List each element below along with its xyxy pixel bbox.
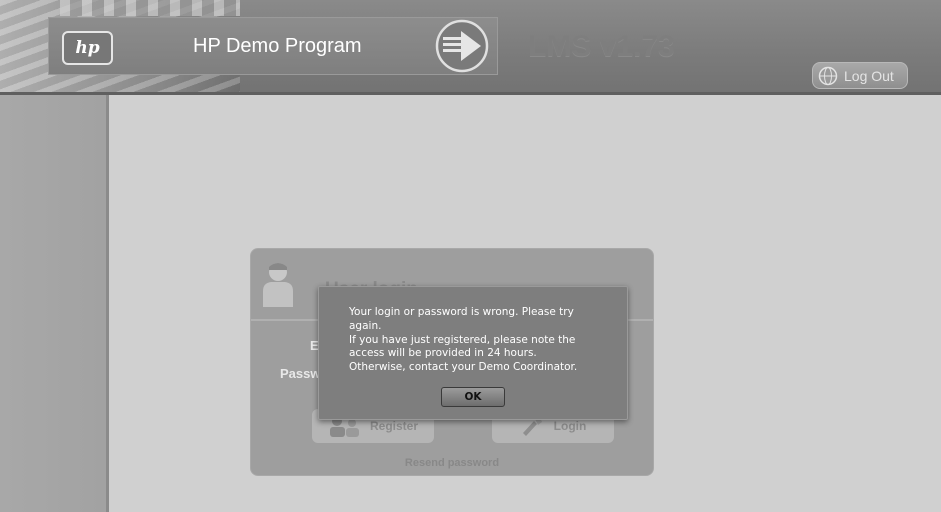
arrow-circle-icon — [435, 19, 489, 73]
message-line: access will be provided in 24 hours. — [349, 347, 537, 360]
message-line: Your login or password is wrong. Please … — [349, 306, 574, 318]
hp-logo-icon: hp — [62, 31, 113, 65]
error-dialog: Your login or password is wrong. Please … — [318, 286, 628, 420]
message-line: If you have just registered, please note… — [349, 333, 576, 346]
left-sidebar — [0, 95, 109, 512]
keyboard-graphic — [60, 0, 240, 16]
app-header: hp HP Demo Program LMS v1.73 Log Out — [0, 0, 941, 95]
hp-logo-text: hp — [75, 38, 100, 58]
ok-button[interactable]: OK — [441, 387, 505, 407]
login-label: Login — [553, 419, 587, 433]
resend-password-link[interactable]: Resend password — [251, 457, 653, 469]
app-version-title: LMS v1.73 — [528, 30, 675, 63]
program-title: HP Demo Program — [193, 35, 362, 57]
logout-button[interactable]: Log Out — [812, 62, 908, 89]
globe-icon — [818, 66, 838, 85]
register-label: Register — [369, 419, 419, 433]
message-line: Otherwise, contact your Demo Coordinator… — [349, 361, 578, 374]
logout-label: Log Out — [844, 67, 894, 84]
password-label: Passw — [280, 366, 321, 381]
dialog-message: Your login or password is wrong. Please … — [349, 306, 619, 375]
message-line: again. — [349, 319, 382, 332]
user-icon — [263, 263, 293, 307]
